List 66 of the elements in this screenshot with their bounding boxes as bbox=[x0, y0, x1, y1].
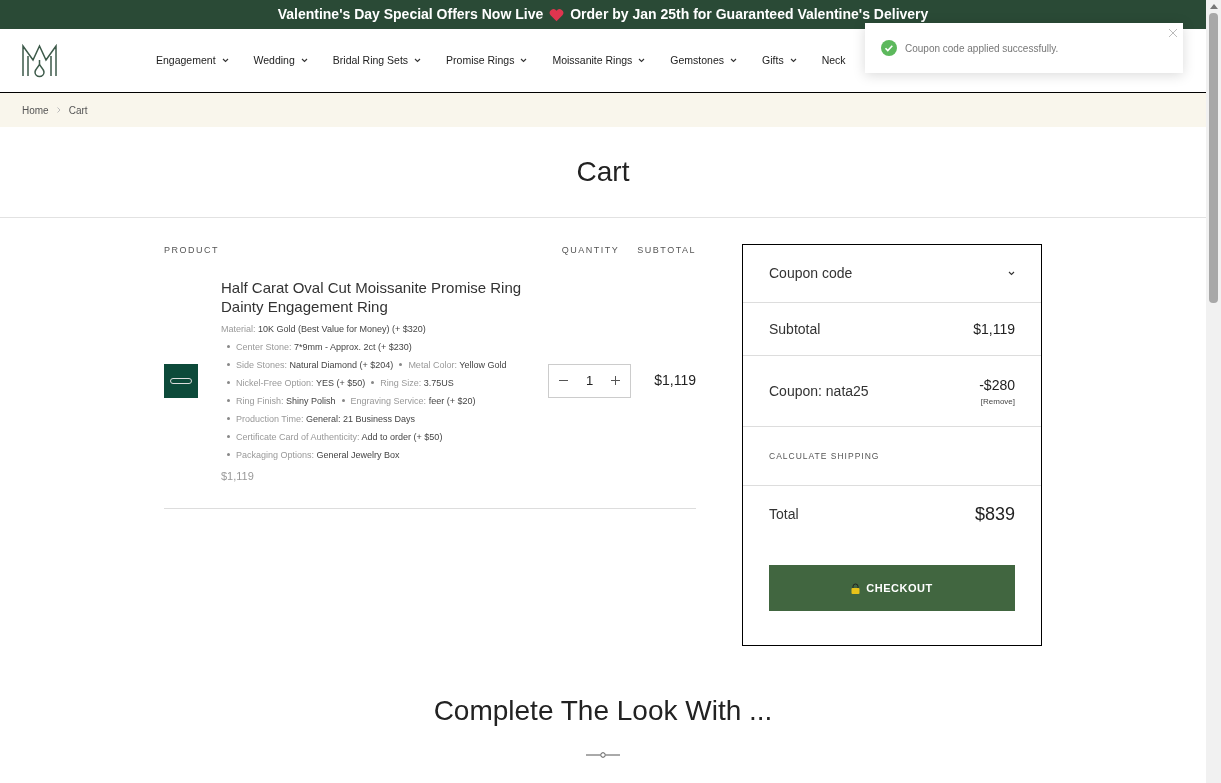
heart-icon bbox=[549, 7, 565, 22]
nav-link[interactable]: Neck bbox=[821, 52, 846, 69]
product-option: Side Stones: Natural Diamond (+ $204) bbox=[236, 355, 394, 374]
line-subtotal: $1,119 bbox=[653, 371, 696, 391]
nav-link[interactable]: Gemstones bbox=[670, 52, 738, 69]
nav-link[interactable]: Gifts bbox=[762, 52, 797, 69]
product-option: Production Time: General: 21 Business Days bbox=[236, 409, 416, 428]
coupon-code-toggle[interactable]: Coupon code bbox=[743, 245, 1041, 303]
bullet-icon bbox=[227, 399, 230, 402]
bullet-icon bbox=[227, 363, 230, 366]
bullet-icon bbox=[227, 345, 230, 348]
nav-link[interactable]: Engagement bbox=[156, 52, 229, 69]
breadcrumb-link[interactable]: Home bbox=[22, 102, 49, 118]
product-price: $1,119 bbox=[221, 468, 255, 484]
chevron-down-icon bbox=[1008, 271, 1015, 276]
nav-link[interactable]: Bridal Ring Sets bbox=[332, 52, 422, 69]
bullet-icon bbox=[227, 435, 230, 438]
bullet-icon bbox=[227, 381, 230, 384]
product-option: Metal Color: Yellow Gold bbox=[408, 355, 507, 374]
nav-link[interactable]: Promise Rings bbox=[446, 52, 528, 69]
chevron-right-icon bbox=[56, 107, 61, 113]
total-label: Total bbox=[769, 504, 799, 524]
announcement-text: Valentine's Day Special Offers Now Live bbox=[277, 5, 544, 24]
subtotal-label: Subtotal bbox=[769, 319, 821, 339]
product-option: Ring Finish: Shiny Polish bbox=[236, 391, 336, 410]
column-header: QUANTITY bbox=[560, 244, 621, 257]
product-name[interactable]: Half Carat Oval Cut Moissanite Promise Ring Dainty Engagement Ring bbox=[221, 277, 527, 316]
scrollbar-thumb[interactable] bbox=[1209, 13, 1218, 303]
scroll-up-icon[interactable] bbox=[1209, 4, 1218, 9]
check-circle-icon bbox=[881, 40, 897, 56]
bullet-icon bbox=[227, 453, 230, 456]
section-title: Complete The Look With ... bbox=[433, 694, 773, 728]
product-option: Center Stone: 7*9mm - Approx. 2ct (+ $230) bbox=[236, 337, 412, 356]
quantity-value: 1 bbox=[585, 372, 594, 390]
product-option: Certificate Card of Authenticity: Add to order (+ $50) bbox=[236, 427, 443, 446]
total-value: $839 bbox=[974, 502, 1015, 526]
subtotal-value: $1,119 bbox=[973, 319, 1015, 339]
plus-button[interactable] bbox=[609, 374, 623, 388]
coupon-amount: -$280 bbox=[979, 375, 1015, 395]
product-option: Ring Size: 3.75US bbox=[380, 373, 454, 392]
announcement-text: Order by Jan 25th for Guaranteed Valentine's Delivery bbox=[570, 5, 929, 24]
bullet-icon bbox=[399, 363, 403, 366]
ring-photo-placeholder bbox=[164, 363, 198, 398]
remove-coupon-link[interactable]: [Remove] bbox=[980, 395, 1015, 408]
bullet-icon bbox=[371, 381, 375, 384]
column-header: PRODUCT bbox=[164, 244, 220, 257]
checkout-button[interactable]: CHECKOUT bbox=[769, 565, 1015, 611]
nav-link[interactable]: Moissanite Rings bbox=[552, 52, 646, 69]
bullet-icon bbox=[227, 417, 230, 420]
product-option: Material: 10K Gold (Best Value for Money) (+ $320) bbox=[221, 319, 426, 338]
calculate-shipping-link[interactable]: CALCULATE SHIPPING bbox=[769, 449, 880, 463]
plus-icon bbox=[611, 376, 621, 386]
coupon-label: Coupon: nata25 bbox=[769, 381, 869, 401]
lock-icon bbox=[851, 582, 861, 594]
product-option: Nickel-Free Option: YES (+ $50) bbox=[236, 373, 366, 392]
divider-ornament-icon bbox=[586, 752, 620, 758]
product-option: Packaging Options: General Jewelry Box bbox=[236, 445, 400, 464]
scrollbar[interactable] bbox=[1206, 0, 1221, 783]
logo[interactable] bbox=[22, 43, 57, 78]
page-title: Cart bbox=[576, 155, 630, 189]
toast-message: Coupon code applied successfully. bbox=[905, 41, 1059, 56]
product-option: Engraving Service: feer (+ $20) bbox=[350, 391, 476, 410]
breadcrumb-link[interactable]: Cart bbox=[68, 102, 88, 118]
bullet-icon bbox=[341, 399, 345, 402]
column-header: SUBTOTAL bbox=[636, 244, 696, 257]
nav-link[interactable]: Wedding bbox=[253, 52, 308, 69]
